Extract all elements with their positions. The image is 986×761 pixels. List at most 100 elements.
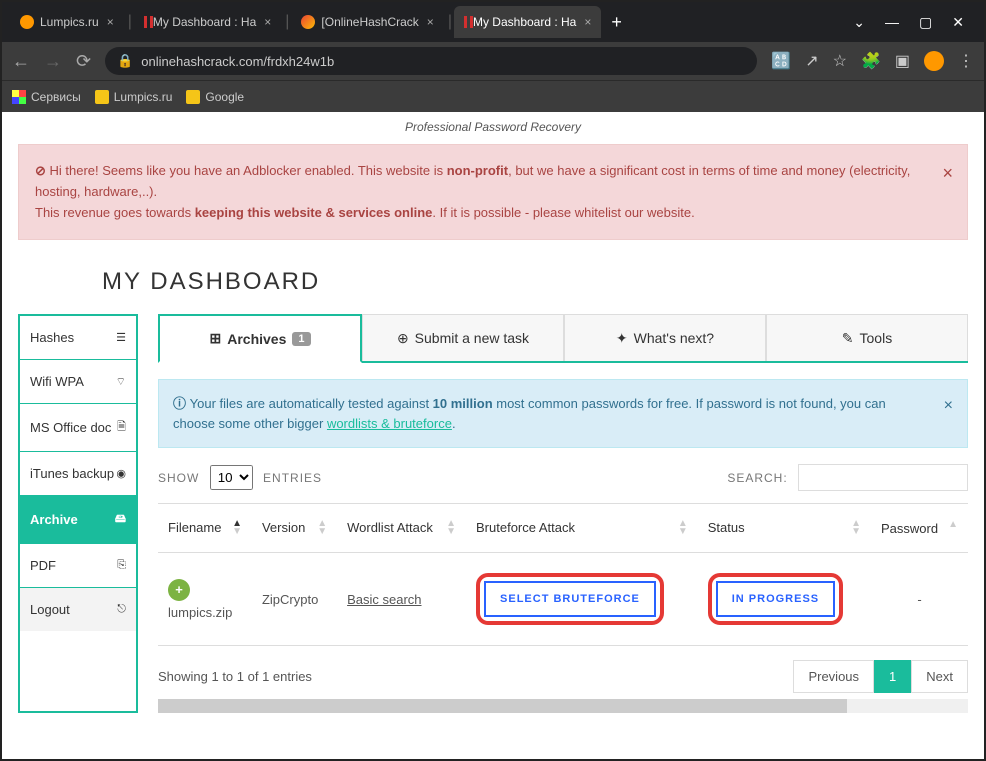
tab-title: Lumpics.ru bbox=[40, 15, 99, 29]
highlight-ring: SELECT BRUTEFORCE bbox=[476, 573, 664, 625]
sidebar-item-office[interactable]: MS Office doc 🗎 bbox=[20, 404, 136, 452]
search-input[interactable] bbox=[798, 464, 968, 491]
sidebar-item-itunes[interactable]: iTunes backup◉ bbox=[20, 452, 136, 496]
tab-separator: | bbox=[448, 13, 452, 31]
sidebar-label: Archive bbox=[30, 512, 78, 527]
back-button[interactable]: ← bbox=[12, 51, 30, 72]
tab-favicon bbox=[20, 15, 34, 29]
tab-tools[interactable]: ✎ Tools bbox=[766, 314, 968, 361]
sidebar-item-hashes[interactable]: Hashes☰ bbox=[20, 316, 136, 360]
lock-icon: 🔒 bbox=[117, 53, 133, 69]
apps-icon bbox=[12, 90, 26, 104]
bookmark-lumpics[interactable]: Lumpics.ru bbox=[95, 90, 173, 104]
th-status[interactable]: Status▲▼ bbox=[698, 503, 871, 553]
pencil-icon: ✎ bbox=[842, 330, 854, 347]
th-wordlist[interactable]: Wordlist Attack▲▼ bbox=[337, 503, 466, 553]
wordlist-link[interactable]: Basic search bbox=[347, 592, 421, 607]
alert-text: . If it is possible - please whitelist o… bbox=[432, 205, 694, 220]
entries-select[interactable]: 10 bbox=[210, 465, 253, 490]
alert-close-button[interactable]: × bbox=[942, 159, 953, 188]
alert-bold: keeping this website & services online bbox=[195, 205, 433, 220]
sidebar-label: Wifi WPA bbox=[30, 374, 84, 389]
page-title: MY DASHBOARD bbox=[2, 256, 984, 314]
url-text: onlinehashcrack.com/frdxh24w1b bbox=[141, 54, 334, 69]
tabs-nav: ⊞ Archives 1 ⊕ Submit a new task ✦ What'… bbox=[158, 314, 968, 363]
maximize-button[interactable]: ▢ bbox=[919, 14, 932, 31]
tab-title: My Dashboard : Ha bbox=[153, 15, 256, 29]
tab-title: [OnlineHashCrack bbox=[321, 15, 418, 29]
browser-tab-3[interactable]: [OnlineHashCrack × bbox=[291, 6, 443, 38]
wifi-icon: ⌔ bbox=[116, 375, 126, 389]
next-button[interactable]: Next bbox=[911, 660, 968, 693]
table-controls: SHOW 10 ENTRIES SEARCH: bbox=[158, 464, 968, 491]
show-label: SHOW bbox=[158, 471, 199, 485]
sidebar-item-archive[interactable]: Archive 🖴 bbox=[20, 496, 136, 544]
status-button[interactable]: IN PROGRESS bbox=[716, 581, 835, 617]
info-close-button[interactable]: × bbox=[944, 394, 953, 418]
url-field[interactable]: 🔒 onlinehashcrack.com/frdxh24w1b bbox=[105, 47, 757, 75]
sidebar-item-pdf[interactable]: PDF ⎘ bbox=[20, 544, 136, 588]
sidebar-item-logout[interactable]: Logout⎋ bbox=[20, 588, 136, 631]
tab-label: Archives bbox=[227, 331, 286, 347]
close-icon[interactable]: × bbox=[264, 15, 271, 29]
tab-separator: | bbox=[285, 13, 289, 31]
reading-list-icon[interactable]: ▣ bbox=[895, 51, 910, 71]
new-tab-button[interactable]: + bbox=[611, 12, 622, 33]
profile-avatar[interactable] bbox=[924, 51, 944, 71]
info-link[interactable]: wordlists & bruteforce bbox=[327, 416, 452, 431]
pagination: Previous 1 Next bbox=[793, 660, 968, 693]
close-icon[interactable]: × bbox=[584, 15, 591, 29]
th-filename[interactable]: Filename▲▼ bbox=[158, 503, 252, 553]
th-version[interactable]: Version▲▼ bbox=[252, 503, 337, 553]
browser-chevron[interactable]: ⌄ bbox=[853, 14, 865, 31]
browser-tab-2[interactable]: My Dashboard : Ha × bbox=[134, 6, 281, 38]
th-bruteforce[interactable]: Bruteforce Attack▲▼ bbox=[466, 503, 698, 553]
scrollbar-thumb[interactable] bbox=[158, 699, 847, 713]
forward-button[interactable]: → bbox=[44, 51, 62, 72]
sidebar-label: PDF bbox=[30, 558, 56, 573]
document-icon: 🗎 bbox=[117, 418, 126, 437]
bookmark-google[interactable]: Google bbox=[186, 90, 244, 104]
close-icon[interactable]: × bbox=[107, 15, 114, 29]
sidebar-item-wifi[interactable]: Wifi WPA ⌔ bbox=[20, 360, 136, 404]
browser-menu-icon[interactable]: ⋮ bbox=[958, 51, 974, 71]
bookmark-apps[interactable]: Сервисы bbox=[12, 90, 81, 104]
layers-icon: ☰ bbox=[116, 331, 126, 344]
previous-button[interactable]: Previous bbox=[793, 660, 874, 693]
close-icon[interactable]: × bbox=[427, 15, 434, 29]
archive-icon: 🖴 bbox=[115, 510, 126, 529]
tagline: Professional Password Recovery bbox=[2, 112, 984, 144]
bookmark-label: Сервисы bbox=[31, 90, 81, 104]
bookmark-star-icon[interactable]: ☆ bbox=[833, 51, 847, 71]
tab-label: Tools bbox=[860, 330, 893, 346]
page-1-button[interactable]: 1 bbox=[874, 660, 911, 693]
entries-label: ENTRIES bbox=[263, 471, 322, 485]
browser-tab-4[interactable]: My Dashboard : Ha × bbox=[454, 6, 601, 38]
reload-button[interactable]: ⟳ bbox=[76, 51, 91, 72]
tab-whats-next[interactable]: ✦ What's next? bbox=[564, 314, 766, 361]
extensions-icon[interactable]: 🧩 bbox=[861, 51, 881, 71]
horizontal-scrollbar[interactable] bbox=[158, 699, 968, 713]
ban-icon: ⊘ bbox=[35, 163, 50, 178]
share-icon[interactable]: ↗ bbox=[805, 51, 818, 71]
info-icon: ⓘ bbox=[173, 396, 190, 411]
disc-icon: ◉ bbox=[116, 467, 126, 480]
logout-icon: ⎋ bbox=[117, 603, 126, 616]
expand-icon[interactable]: + bbox=[168, 579, 190, 601]
translate-icon[interactable]: 🔠 bbox=[771, 51, 791, 71]
info-bold: 10 million bbox=[433, 396, 493, 411]
th-password[interactable]: Password▲ bbox=[871, 503, 968, 553]
tab-archives[interactable]: ⊞ Archives 1 bbox=[158, 314, 362, 363]
sidebar-label: MS Office doc bbox=[30, 420, 111, 435]
info-alert: × ⓘ Your files are automatically tested … bbox=[158, 379, 968, 448]
tab-submit[interactable]: ⊕ Submit a new task bbox=[362, 314, 564, 361]
minimize-button[interactable]: — bbox=[885, 14, 899, 31]
highlight-ring: IN PROGRESS bbox=[708, 573, 843, 625]
folder-icon bbox=[95, 90, 109, 104]
pdf-icon: ⎘ bbox=[117, 559, 126, 572]
info-text: . bbox=[452, 416, 456, 431]
close-window-button[interactable]: ✕ bbox=[952, 14, 964, 31]
browser-tab-1[interactable]: Lumpics.ru × bbox=[10, 6, 124, 38]
select-bruteforce-button[interactable]: SELECT BRUTEFORCE bbox=[484, 581, 656, 617]
tab-bar: Lumpics.ru × | My Dashboard : Ha × | [On… bbox=[2, 2, 984, 42]
